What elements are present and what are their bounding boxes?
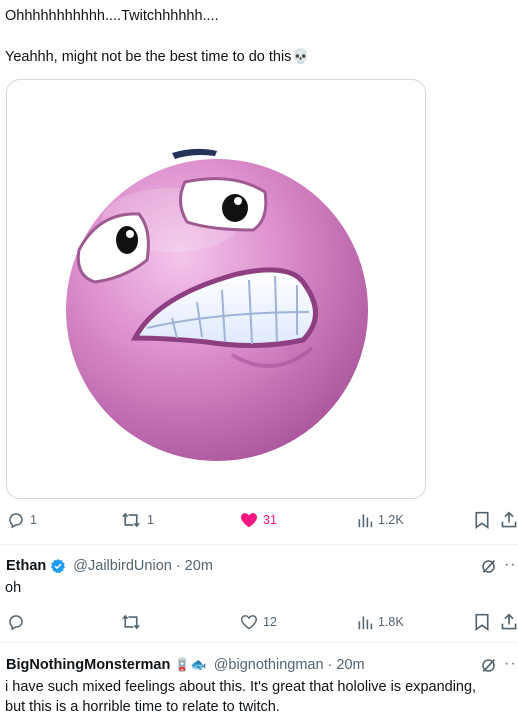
cutoff-previous-header: ▂▂▂▂▂▂▂▂▂▂▂	[0, 0, 518, 2]
reply-button[interactable]: 1	[7, 509, 37, 531]
reply-count: 1	[30, 513, 37, 527]
repost-button[interactable]: 1	[120, 509, 154, 531]
reply-text: oh	[5, 580, 22, 596]
tweet-media-image[interactable]	[6, 79, 426, 499]
view-count: 1.8K	[378, 615, 404, 629]
reply-button[interactable]	[7, 611, 30, 633]
share-button[interactable]	[500, 509, 518, 531]
views-button[interactable]: 1.2K	[357, 509, 404, 531]
like-button[interactable]: 31	[240, 509, 277, 531]
grok-icon	[482, 658, 496, 673]
tweet-text-line-2: Yeahhh, might not be the best time to do…	[5, 47, 310, 67]
views-chart-icon	[358, 616, 373, 630]
reply-text-line-2: but this is a horrible time to relate to…	[5, 699, 280, 715]
grok-button[interactable]	[480, 558, 497, 575]
grok-icon	[482, 559, 496, 574]
repost-icon	[122, 614, 140, 630]
divider	[0, 544, 518, 545]
timestamp[interactable]: · 20m	[328, 657, 365, 673]
name-emojis: 🪫🐟	[174, 657, 207, 672]
bookmark-icon	[475, 511, 489, 529]
bookmark-button[interactable]	[474, 509, 490, 531]
display-name[interactable]: Ethan	[6, 558, 46, 574]
user-handle[interactable]: @JailbirdUnion	[73, 558, 172, 574]
repost-button[interactable]	[120, 611, 147, 633]
reply-header: BigNothingMonsterman 🪫🐟 @bignothingman ·…	[6, 655, 365, 675]
share-icon	[501, 613, 517, 630]
tweet-text: Yeahhh, might not be the best time to do…	[5, 49, 292, 65]
verified-badge-icon	[51, 559, 66, 574]
bookmark-button[interactable]	[474, 611, 490, 633]
more-options-icon[interactable]: ···	[504, 655, 518, 673]
views-button[interactable]: 1.8K	[357, 611, 404, 633]
skull-emoji: 💀	[291, 49, 310, 65]
repost-icon	[122, 512, 140, 528]
like-count: 31	[263, 513, 277, 527]
like-button[interactable]: 12	[240, 611, 277, 633]
share-icon	[501, 511, 517, 528]
reply-header: Ethan @JailbirdUnion · 20m	[6, 556, 213, 576]
user-handle[interactable]: @bignothingman	[214, 657, 324, 673]
divider	[0, 642, 518, 643]
heart-filled-icon	[241, 513, 257, 528]
reply-text-line-1: i have such mixed feelings about this. I…	[5, 679, 477, 695]
repost-count: 1	[147, 513, 154, 527]
reply-action-bar: 12 1.8K	[0, 611, 518, 635]
like-count: 12	[263, 615, 277, 629]
display-name[interactable]: BigNothingMonsterman	[6, 657, 170, 673]
grimacing-pink-face-image	[66, 148, 368, 461]
reply-icon	[9, 513, 23, 529]
bookmark-icon	[475, 613, 489, 631]
view-count: 1.2K	[378, 513, 404, 527]
reply-icon	[9, 615, 23, 631]
share-button[interactable]	[500, 611, 518, 633]
grok-button[interactable]	[480, 657, 497, 674]
more-options-icon[interactable]: ···	[504, 556, 518, 574]
tweet-text-line-1: Ohhhhhhhhhhh....Twitchhhhhh....	[5, 8, 219, 24]
timestamp[interactable]: · 20m	[176, 558, 213, 574]
main-tweet-action-bar: 1 1 31 1.2K	[0, 509, 518, 533]
views-chart-icon	[358, 514, 373, 528]
heart-icon	[240, 615, 258, 630]
